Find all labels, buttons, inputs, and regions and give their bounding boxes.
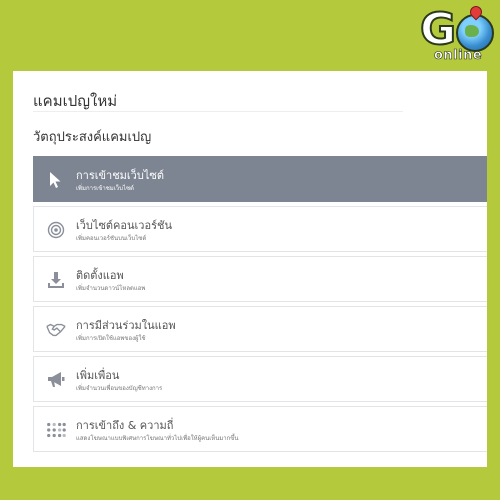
title-divider (33, 111, 403, 112)
objective-desc: เพิ่มการเปิดใช้แอพของผู้ใช้ (76, 335, 146, 342)
objective-label: ติดตั้งแอพ (76, 269, 124, 282)
objective-desc: เพิ่มการเข้าชมเว็บไซต์ (76, 185, 134, 192)
download-icon (46, 270, 66, 290)
objective-app-install[interactable]: ติดตั้งแอพ เพิ่มจำนวนดาวน์โหลดแอพ (33, 256, 487, 302)
objective-label: เว็บไซต์คอนเวอร์ชัน (76, 219, 172, 232)
cursor-icon (46, 170, 66, 190)
objective-label: การมีส่วนร่วมในแอพ (76, 319, 176, 332)
objective-desc: เพิ่มจำนวนเพื่อนของบัญชีทางการ (76, 385, 163, 392)
reach-dots-icon (46, 420, 66, 440)
go-online-logo: G online (419, 3, 494, 66)
objective-website-conversion[interactable]: เว็บไซต์คอนเวอร์ชัน เพิ่มคอนเวอร์ชันบนเว… (33, 206, 487, 252)
megaphone-icon (46, 370, 66, 390)
objective-website-traffic[interactable]: การเข้าชมเว็บไซต์ เพิ่มการเข้าชมเว็บไซต์ (33, 156, 487, 202)
objective-desc: เพิ่มคอนเวอร์ชันบนเว็บไซต์ (76, 235, 147, 242)
objective-add-friends[interactable]: เพิ่มเพื่อน เพิ่มจำนวนเพื่อนของบัญชีทางก… (33, 356, 487, 402)
objective-list: การเข้าชมเว็บไซต์ เพิ่มการเข้าชมเว็บไซต์… (33, 156, 487, 456)
target-icon (46, 220, 66, 240)
objective-desc: เพิ่มจำนวนดาวน์โหลดแอพ (76, 285, 146, 292)
logo-subtext: online (434, 48, 483, 64)
handshake-icon (46, 320, 66, 340)
campaign-panel: แคมเปญใหม่ วัตถุประสงค์แคมเปญ การเข้าชมเ… (13, 71, 487, 467)
logo-letter: G (419, 4, 457, 55)
section-subtitle: วัตถุประสงค์แคมเปญ (33, 130, 152, 145)
objective-label: เพิ่มเพื่อน (76, 369, 120, 382)
objective-reach-frequency[interactable]: การเข้าถึง & ความถี่ แสดงโฆษณาแบบพิเศษกา… (33, 406, 487, 452)
objective-label: การเข้าถึง & ความถี่ (76, 419, 174, 432)
objective-app-engagement[interactable]: การมีส่วนร่วมในแอพ เพิ่มการเปิดใช้แอพของ… (33, 306, 487, 352)
objective-label: การเข้าชมเว็บไซต์ (76, 169, 164, 182)
page-title: แคมเปญใหม่ (33, 92, 118, 110)
objective-desc: แสดงโฆษณาแบบพิเศษการโฆษณาทั่วไปเพื่อให้ผ… (76, 435, 239, 442)
